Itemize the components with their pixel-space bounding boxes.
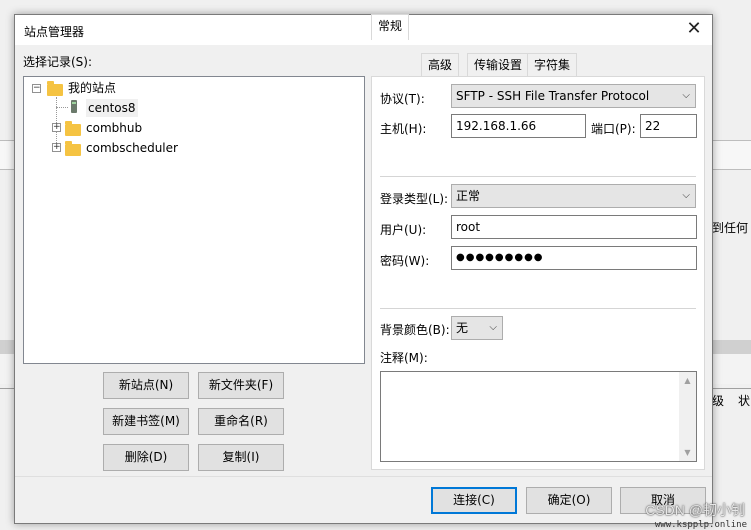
footer-divider bbox=[15, 476, 712, 477]
expand-icon[interactable]: + bbox=[52, 123, 61, 132]
rename-button[interactable]: 重命名(R) bbox=[198, 408, 284, 435]
chevron-down-icon: ⌵ bbox=[489, 322, 497, 333]
tree-connector bbox=[56, 107, 68, 108]
server-icon bbox=[71, 100, 77, 113]
comments-textarea[interactable]: ▲ ▼ bbox=[380, 371, 697, 462]
background-color-label: 背景颜色(B): bbox=[380, 323, 450, 337]
ok-button[interactable]: 确定(O) bbox=[526, 487, 612, 514]
scroll-up-icon[interactable]: ▲ bbox=[679, 372, 696, 389]
chevron-down-icon: ⌵ bbox=[682, 90, 690, 101]
password-input[interactable]: ●●●●●●●●● bbox=[451, 246, 697, 270]
background-column-header: 状 bbox=[738, 394, 751, 408]
collapse-icon[interactable]: − bbox=[32, 84, 41, 93]
section-divider bbox=[380, 176, 696, 177]
port-input[interactable]: 22 bbox=[640, 114, 697, 138]
host-label: 主机(H): bbox=[380, 122, 427, 136]
host-input[interactable]: 192.168.1.66 bbox=[451, 114, 586, 138]
select-entry-label: 选择记录(S): bbox=[23, 55, 93, 69]
user-label: 用户(U): bbox=[380, 223, 427, 237]
tab-advanced[interactable]: 高级 bbox=[421, 53, 460, 77]
password-label: 密码(W): bbox=[380, 254, 430, 268]
protocol-value: SFTP - SSH File Transfer Protocol bbox=[456, 89, 650, 103]
tab-general[interactable]: 常规 bbox=[371, 14, 410, 40]
chevron-down-icon: ⌵ bbox=[682, 190, 690, 201]
background-column-header: 级 bbox=[712, 394, 725, 408]
section-divider bbox=[380, 308, 696, 309]
logon-type-select[interactable]: 正常 ⌵ bbox=[451, 184, 696, 208]
tree-root-item[interactable]: 我的站点 bbox=[68, 79, 116, 97]
close-icon[interactable]: ✕ bbox=[684, 19, 704, 39]
port-label: 端口(P): bbox=[591, 122, 636, 136]
new-bookmark-button[interactable]: 新建书签(M) bbox=[103, 408, 189, 435]
scroll-down-icon[interactable]: ▼ bbox=[679, 444, 696, 461]
folder-icon bbox=[47, 81, 63, 96]
protocol-label: 协议(T): bbox=[380, 92, 425, 106]
site-manager-dialog: 站点管理器 ✕ 选择记录(S): − 我的站点 centos8 + combhu… bbox=[14, 14, 713, 524]
background-color-select[interactable]: 无 ⌵ bbox=[451, 316, 503, 340]
expand-icon[interactable]: + bbox=[52, 143, 61, 152]
site-tree[interactable]: − 我的站点 centos8 + combhub + combscheduler bbox=[23, 76, 365, 364]
watermark: CSDN @韧小钊 bbox=[645, 502, 745, 518]
delete-button[interactable]: 删除(D) bbox=[103, 444, 189, 471]
background-text: 到任何 bbox=[712, 221, 749, 235]
logon-type-value: 正常 bbox=[456, 189, 481, 203]
tab-transfer-settings[interactable]: 传输设置 bbox=[467, 53, 530, 77]
folder-icon bbox=[65, 121, 81, 136]
dialog-title: 站点管理器 bbox=[24, 25, 85, 39]
tree-item-centos8[interactable]: centos8 bbox=[86, 99, 138, 117]
new-folder-button[interactable]: 新文件夹(F) bbox=[198, 372, 284, 399]
background-color-value: 无 bbox=[456, 321, 469, 335]
title-bar: 站点管理器 ✕ bbox=[15, 15, 712, 45]
user-input[interactable]: root bbox=[451, 215, 697, 239]
tree-item-combscheduler[interactable]: combscheduler bbox=[86, 139, 178, 157]
watermark-site: www.kspplp.online bbox=[654, 520, 747, 530]
tab-charset[interactable]: 字符集 bbox=[527, 53, 578, 77]
tree-item-combhub[interactable]: combhub bbox=[86, 119, 142, 137]
new-site-button[interactable]: 新站点(N) bbox=[103, 372, 189, 399]
folder-icon bbox=[65, 141, 81, 156]
protocol-select[interactable]: SFTP - SSH File Transfer Protocol ⌵ bbox=[451, 84, 696, 108]
copy-button[interactable]: 复制(I) bbox=[198, 444, 284, 471]
logon-type-label: 登录类型(L): bbox=[380, 192, 449, 206]
connect-button[interactable]: 连接(C) bbox=[431, 487, 517, 514]
comments-scrollbar[interactable]: ▲ ▼ bbox=[679, 372, 696, 461]
comments-label: 注释(M): bbox=[380, 351, 428, 365]
